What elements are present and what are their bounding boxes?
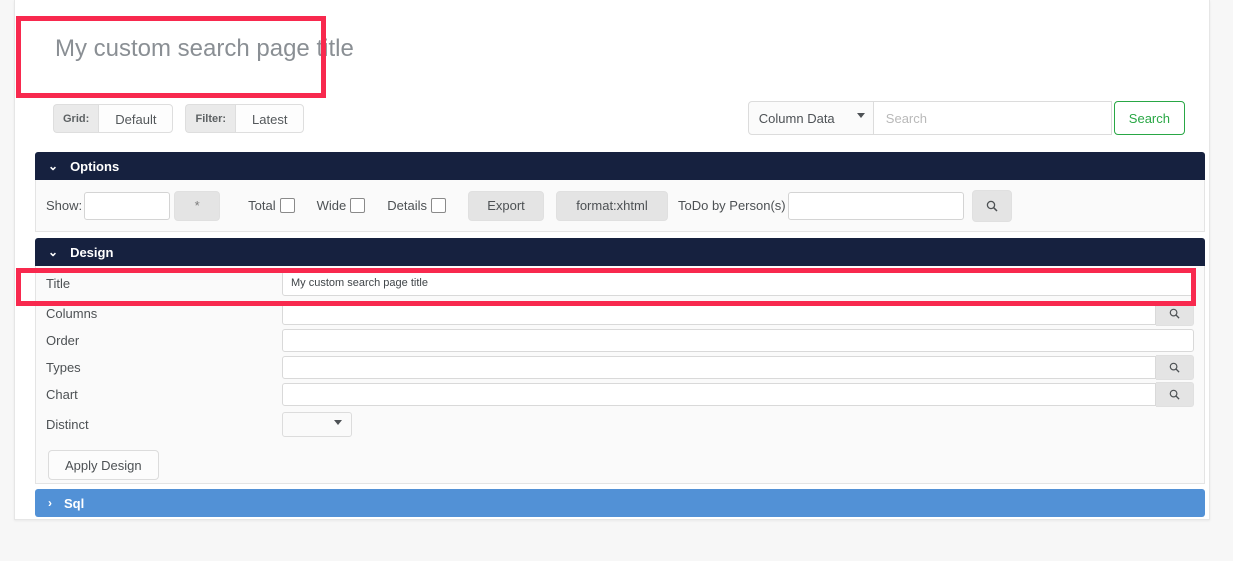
todo-label: ToDo by Person(s): [677, 198, 786, 213]
search-icon: [1169, 308, 1180, 319]
content-panel: My custom search page title Grid: Defaul…: [14, 0, 1210, 520]
filter-selector[interactable]: Filter: Latest: [185, 104, 305, 133]
search-icon: [1169, 389, 1180, 400]
search-input[interactable]: [873, 101, 1112, 135]
design-field-title: [282, 270, 1204, 296]
show-all-star-button[interactable]: *: [174, 190, 221, 221]
design-section-title: Design: [70, 244, 114, 260]
design-row-order: Order: [36, 327, 1204, 354]
design-label-types: Types: [46, 360, 81, 375]
show-input[interactable]: [84, 191, 171, 220]
search-bar: Column Data Search: [747, 101, 1185, 135]
todo-persons-input[interactable]: [787, 191, 964, 220]
design-field-order: [282, 329, 1204, 352]
todo-search-button[interactable]: [971, 189, 1012, 222]
design-title-input[interactable]: [282, 270, 1194, 296]
design-section-header[interactable]: ⌄ Design: [35, 238, 1205, 266]
grid-filter-toolbar: Grid: Default Filter: Latest: [53, 104, 316, 133]
total-label: Total: [248, 198, 276, 213]
wide-checkbox[interactable]: [350, 198, 366, 213]
design-chart-search-button[interactable]: [1156, 382, 1194, 407]
design-distinct-wrapper[interactable]: [282, 412, 352, 437]
total-checkbox[interactable]: [279, 198, 295, 213]
chevron-down-icon: ⌄: [48, 159, 59, 173]
grid-label: Grid:: [53, 104, 99, 133]
design-label-chart: Chart: [46, 387, 78, 402]
search-button[interactable]: Search: [1113, 101, 1185, 135]
design-label-columns: Columns: [46, 306, 98, 321]
search-icon: [986, 200, 998, 212]
design-field-columns: [282, 301, 1204, 326]
page-title: My custom search page title: [55, 35, 354, 62]
details-checkbox[interactable]: [430, 198, 446, 213]
search-scope-wrapper[interactable]: Column Data: [747, 101, 874, 135]
options-section-title: Options: [70, 158, 120, 174]
sql-section-title: Sql: [64, 495, 85, 511]
design-columns-input[interactable]: [282, 302, 1156, 325]
wide-label: Wide: [316, 198, 347, 213]
design-row-title: Title: [36, 266, 1204, 300]
options-body: Show: * Total Wide Details Export format…: [35, 180, 1205, 232]
grid-value-button[interactable]: Default: [98, 104, 174, 133]
search-icon: [1169, 362, 1180, 373]
options-section-header[interactable]: ⌄ Options: [35, 152, 1205, 180]
format-xhtml-button[interactable]: format:xhtml: [555, 190, 668, 221]
design-label-distinct: Distinct: [46, 417, 89, 432]
design-row-types: Types: [36, 354, 1204, 381]
search-scope-select[interactable]: Column Data: [747, 101, 874, 135]
sql-section-header[interactable]: › Sql: [35, 489, 1205, 517]
design-chart-input[interactable]: [282, 383, 1156, 406]
design-field-types: [282, 355, 1204, 380]
design-types-search-button[interactable]: [1156, 355, 1194, 380]
design-types-input[interactable]: [282, 356, 1156, 379]
details-label: Details: [387, 198, 427, 213]
design-distinct-select[interactable]: [282, 412, 352, 437]
export-button[interactable]: Export: [467, 190, 544, 221]
grid-selector[interactable]: Grid: Default: [53, 104, 174, 133]
apply-design-button[interactable]: Apply Design: [48, 450, 159, 480]
filter-value-button[interactable]: Latest: [235, 104, 305, 133]
design-field-distinct: [282, 412, 1204, 437]
chevron-right-icon: ›: [48, 496, 52, 510]
design-order-input[interactable]: [282, 329, 1194, 352]
design-label-title: Title: [46, 275, 71, 291]
design-row-distinct: Distinct: [36, 408, 1204, 441]
page-title-container: My custom search page title: [31, 18, 1211, 80]
chevron-down-icon: ⌄: [48, 245, 59, 259]
design-row-chart: Chart: [36, 381, 1204, 408]
design-field-chart: [282, 382, 1204, 407]
filter-label: Filter:: [185, 104, 236, 133]
design-body: Title Columns Orde: [35, 266, 1205, 484]
design-label-order: Order: [46, 333, 80, 348]
design-row-columns: Columns: [36, 300, 1204, 327]
design-columns-search-button[interactable]: [1156, 301, 1194, 326]
show-label: Show:: [46, 198, 83, 213]
app-root: My custom search page title Grid: Defaul…: [0, 0, 1233, 561]
